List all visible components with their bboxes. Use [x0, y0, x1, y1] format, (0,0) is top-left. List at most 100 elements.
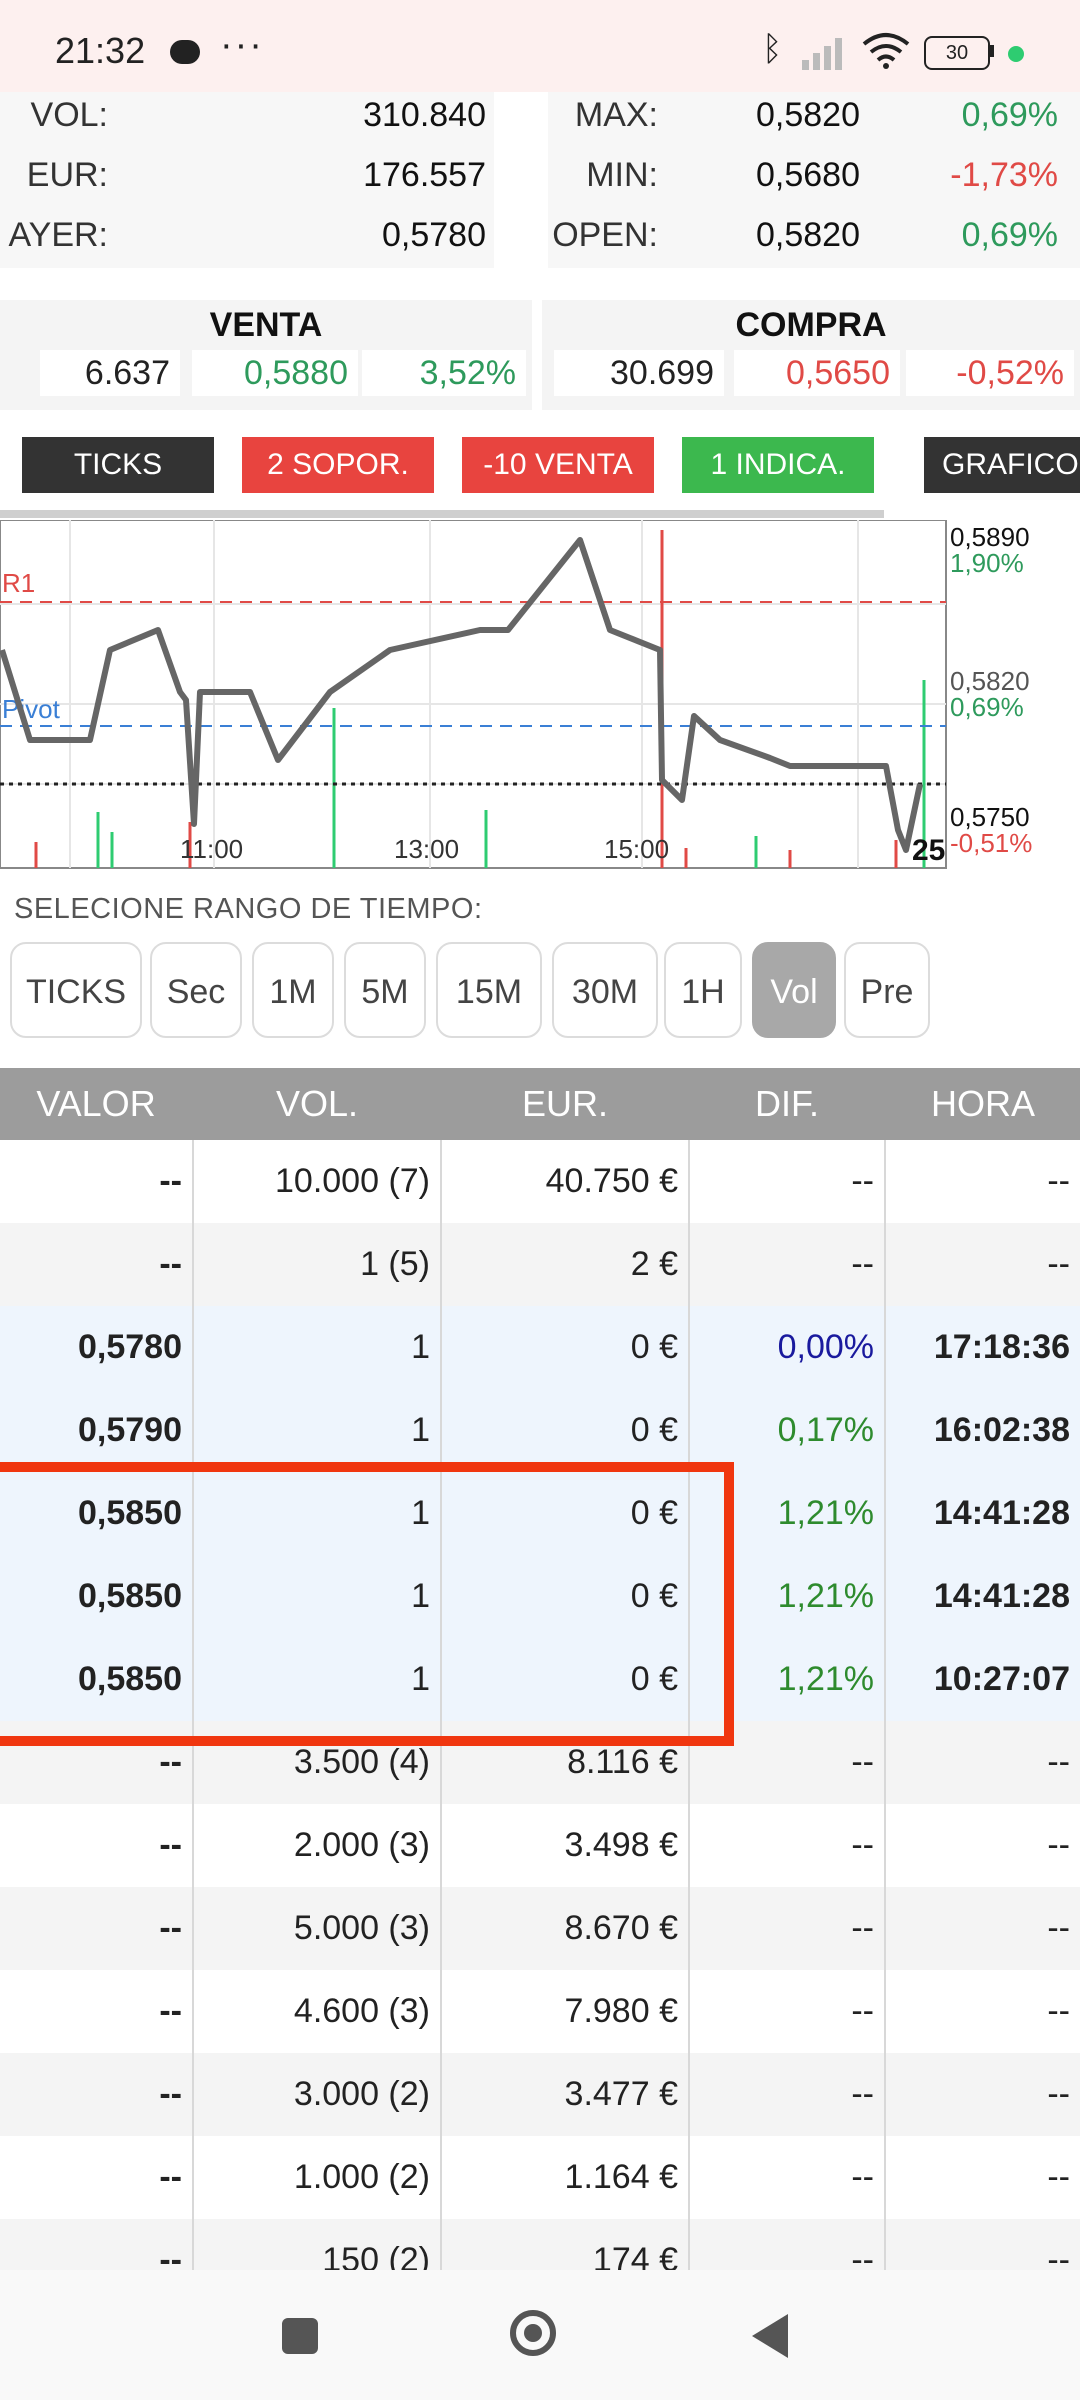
table-row[interactable]: 0,5780 1 0 € 0,00% 17:18:36: [0, 1306, 1080, 1389]
table-row[interactable]: -- 1.000 (2) 1.164 € -- --: [0, 2136, 1080, 2219]
eur-value: 176.557: [363, 156, 486, 194]
range-button-15m[interactable]: 15M: [436, 942, 542, 1038]
table-row[interactable]: -- 3.000 (2) 3.477 € -- --: [0, 2053, 1080, 2136]
ayer-label: AYER:: [8, 216, 108, 254]
range-button-1m[interactable]: 1M: [252, 942, 334, 1038]
cell-hora: 14:41:28: [933, 1577, 1070, 1615]
tab-indicadores[interactable]: 1 INDICA.: [682, 437, 874, 493]
tab-venta[interactable]: -10 VENTA: [462, 437, 654, 493]
range-label: SELECIONE RANGO DE TIEMPO:: [14, 893, 483, 925]
table-row[interactable]: -- 150 (2) 174 € -- --: [0, 2219, 1080, 2270]
y-axis-pct-mid: 0,69%: [950, 692, 1024, 722]
cell-eur: 8.670 €: [564, 1909, 678, 1947]
compra-price: 0,5650: [734, 350, 900, 396]
r1-label: R1: [2, 568, 35, 598]
tab-grafico[interactable]: GRAFICO I: [924, 437, 1080, 493]
cell-hora: --: [1047, 2158, 1070, 2196]
recent-apps-icon[interactable]: [282, 2318, 318, 2354]
wifi-icon: [862, 33, 910, 69]
tabs-scrollbar[interactable]: [0, 510, 884, 518]
cell-vol: 1 (5): [360, 1245, 430, 1283]
cell-hora: 14:41:28: [933, 1494, 1070, 1532]
chat-notification-icon: [170, 40, 200, 64]
range-button-5m[interactable]: 5M: [344, 942, 426, 1038]
ayer-value: 0,5780: [382, 216, 486, 254]
column-header-vol[interactable]: VOL.: [194, 1068, 440, 1140]
more-notifications-icon: ···: [220, 24, 264, 66]
cell-vol: 150 (2): [322, 2241, 430, 2270]
cell-dif: --: [851, 1162, 874, 1200]
min-value: 0,5680: [756, 156, 860, 194]
min-label: MIN:: [586, 156, 658, 194]
cell-eur: 1.164 €: [564, 2158, 678, 2196]
cell-dif: 0,00%: [777, 1328, 874, 1366]
table-row[interactable]: -- 1 (5) 2 € -- --: [0, 1223, 1080, 1306]
y-axis-pct-top: 1,90%: [950, 548, 1024, 578]
y-axis-pct-bottom: -0,51%: [950, 828, 1032, 858]
back-icon[interactable]: [752, 2314, 788, 2358]
vol-label: VOL:: [30, 96, 108, 134]
home-icon[interactable]: [510, 2310, 556, 2356]
cell-vol: 1: [411, 1328, 430, 1366]
navigation-bar: [0, 2270, 1080, 2400]
column-header-valor[interactable]: VALOR: [0, 1068, 192, 1140]
cell-eur: 7.980 €: [564, 1992, 678, 2030]
intraday-price-chart[interactable]: R1 Pivot 0,5890 1,90% 0,5820 0,69% 0,575…: [0, 520, 1080, 870]
range-button-sec[interactable]: Sec: [150, 942, 242, 1038]
max-percent: 0,69%: [961, 96, 1058, 134]
chart-corner-label: 25: [912, 834, 945, 867]
pivot-label: Pivot: [2, 694, 61, 724]
privacy-indicator-dot: [1008, 46, 1024, 62]
range-button-ticks[interactable]: TICKS: [10, 942, 142, 1038]
eur-label: EUR:: [26, 156, 108, 194]
range-button-1h[interactable]: 1H: [664, 942, 742, 1038]
cell-vol: 1.000 (2): [293, 2158, 430, 2196]
cell-eur: 2 €: [630, 1245, 678, 1283]
table-row[interactable]: -- 10.000 (7) 40.750 € -- --: [0, 1140, 1080, 1223]
table-row[interactable]: 0,5790 1 0 € 0,17% 16:02:38: [0, 1389, 1080, 1472]
cell-eur: 3.477 €: [564, 2075, 678, 2113]
cell-eur: 3.498 €: [564, 1826, 678, 1864]
cell-eur: 0 €: [630, 1328, 678, 1366]
column-header-dif[interactable]: DIF.: [690, 1068, 884, 1140]
max-label: MAX:: [574, 96, 658, 134]
status-bar: 21:32 ··· ᛒ 30: [0, 0, 1080, 92]
cell-vol: 4.600 (3): [293, 1992, 430, 2030]
tab-ticks[interactable]: TICKS: [22, 437, 214, 493]
cell-hora: --: [1047, 1245, 1070, 1283]
cell-hora: 17:18:36: [933, 1328, 1070, 1366]
column-header-hora[interactable]: HORA: [886, 1068, 1080, 1140]
compra-panel: COMPRA 30.699 0,5650 -0,52%: [542, 300, 1080, 410]
cell-dif: --: [851, 1992, 874, 2030]
table-row[interactable]: -- 5.000 (3) 8.670 € -- --: [0, 1887, 1080, 1970]
table-header: VALOR VOL. EUR. DIF. HORA: [0, 1068, 1080, 1140]
cell-vol: 1: [411, 1411, 430, 1449]
column-divider: [884, 1140, 886, 2270]
cell-dif: --: [851, 2158, 874, 2196]
x-axis-tick-1500: 15:00: [604, 834, 669, 864]
compra-qty: 30.699: [554, 350, 724, 396]
column-header-eur[interactable]: EUR.: [442, 1068, 688, 1140]
max-value: 0,5820: [756, 96, 860, 134]
venta-price: 0,5880: [192, 350, 358, 396]
cell-valor: --: [159, 2075, 182, 2113]
cell-vol: 2.000 (3): [293, 1826, 430, 1864]
range-button-30m[interactable]: 30M: [552, 942, 658, 1038]
cell-hora: --: [1047, 2075, 1070, 2113]
cell-eur: 0 €: [630, 1411, 678, 1449]
cell-valor: --: [159, 1162, 182, 1200]
cell-dif: --: [851, 2075, 874, 2113]
tab-soportes[interactable]: 2 SOPOR.: [242, 437, 434, 493]
cell-hora: --: [1047, 2241, 1070, 2270]
range-button-vol[interactable]: Vol: [752, 942, 836, 1038]
venta-title: VENTA: [209, 306, 323, 344]
range-button-pre[interactable]: Pre: [844, 942, 930, 1038]
table-row[interactable]: -- 4.600 (3) 7.980 € -- --: [0, 1970, 1080, 2053]
cell-dif: 0,17%: [777, 1411, 874, 1449]
compra-percent: -0,52%: [906, 350, 1074, 396]
cell-vol: 5.000 (3): [293, 1909, 430, 1947]
table-row[interactable]: -- 2.000 (3) 3.498 € -- --: [0, 1804, 1080, 1887]
x-axis-tick-1100: 11:00: [180, 834, 243, 864]
cell-valor: 0,5790: [78, 1411, 182, 1449]
battery-tip: [990, 45, 994, 57]
